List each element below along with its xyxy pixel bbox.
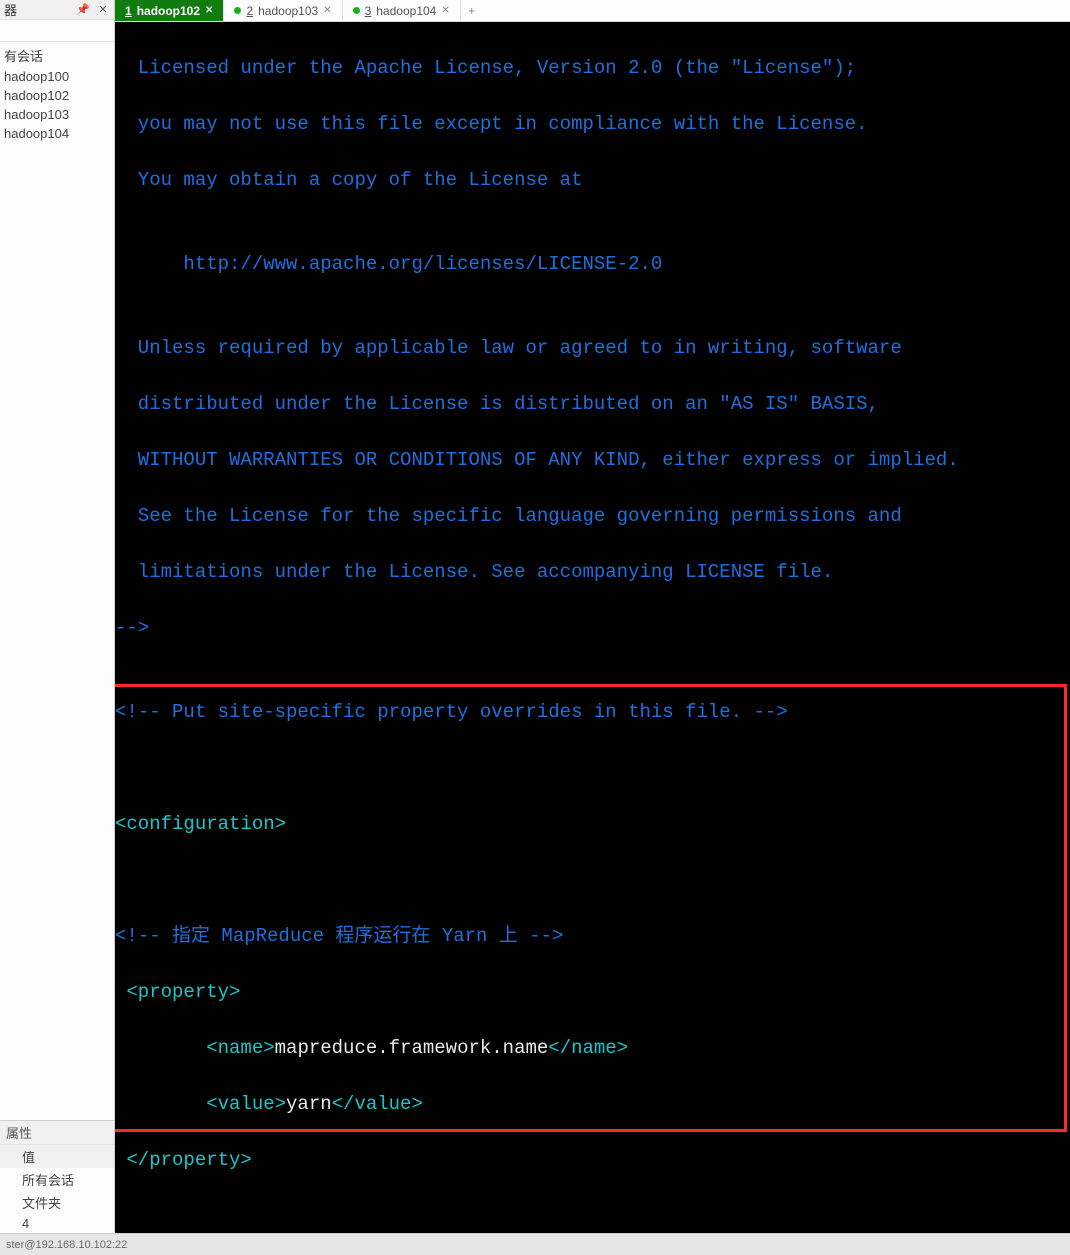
session-tree: 有会话 hadoop100 hadoop102 hadoop103 hadoop… [0, 42, 114, 1120]
terminal[interactable]: Licensed under the Apache License, Versi… [115, 22, 1070, 1233]
tab-add-button[interactable]: + [461, 0, 483, 21]
close-icon[interactable]: ✕ [96, 3, 110, 17]
highlight-annotation [115, 684, 1067, 1132]
code-line: http://www.apache.org/licenses/LICENSE-2… [115, 250, 1070, 278]
tab-hadoop102[interactable]: 1 hadoop102 ✕ [115, 0, 224, 21]
tab-hotkey: 1 [125, 4, 132, 18]
sidebar-header-label: 器 [4, 0, 17, 19]
tree-item[interactable]: hadoop103 [0, 105, 114, 124]
tree-item[interactable]: hadoop100 [0, 67, 114, 86]
code-line: distributed under the License is distrib… [115, 390, 1070, 418]
code-line [115, 1202, 1070, 1230]
code-line: limitations under the License. See accom… [115, 558, 1070, 586]
tab-close-icon[interactable]: ✕ [441, 5, 449, 16]
tree-item[interactable]: 有会话 [0, 44, 114, 67]
code-line: WITHOUT WARRANTIES OR CONDITIONS OF ANY … [115, 446, 1070, 474]
properties-row: 所有会话 [0, 1168, 114, 1191]
code-line: --> [115, 614, 1070, 642]
properties-panel: 属性 值 所有会话 文件夹 4 [0, 1120, 114, 1233]
properties-title: 属性 [0, 1121, 114, 1145]
tree-item[interactable]: hadoop104 [0, 124, 114, 143]
code-line: <!-- 指定 MapReduce 程序运行在 Yarn 上 --> [115, 922, 1070, 950]
code-line: You may obtain a copy of the License at [115, 166, 1070, 194]
sidebar-header: 器 📌 ✕ [0, 0, 114, 20]
code-line [115, 754, 1070, 782]
tab-hadoop104[interactable]: 3 hadoop104 ✕ [343, 0, 461, 21]
tab-hadoop103[interactable]: 2 hadoop103 ✕ [224, 0, 342, 21]
tab-hotkey: 3 [365, 4, 372, 18]
code-line: <configuration> [115, 810, 1070, 838]
code-line: <!-- Put site-specific property override… [115, 698, 1070, 726]
tab-label: hadoop102 [137, 4, 200, 18]
properties-row: 4 [0, 1214, 114, 1233]
pin-icon[interactable]: 📌 [76, 3, 90, 17]
tree-item[interactable]: hadoop102 [0, 86, 114, 105]
tab-hotkey: 2 [246, 4, 253, 18]
code-line: Licensed under the Apache License, Versi… [115, 54, 1070, 82]
properties-row: 值 [0, 1145, 114, 1168]
code-line: <value>yarn</value> [115, 1090, 1070, 1118]
code-line [115, 866, 1070, 894]
tab-bar: 1 hadoop102 ✕ 2 hadoop103 ✕ 3 hadoop104 … [115, 0, 1070, 22]
tab-close-icon[interactable]: ✕ [323, 5, 331, 16]
status-dot-icon [353, 7, 360, 14]
code-line: you may not use this file except in comp… [115, 110, 1070, 138]
code-line: <name>mapreduce.framework.name</name> [115, 1034, 1070, 1062]
code-line: <property> [115, 978, 1070, 1006]
main-area: 1 hadoop102 ✕ 2 hadoop103 ✕ 3 hadoop104 … [115, 0, 1070, 1233]
code-line: </property> [115, 1146, 1070, 1174]
sidebar: 器 📌 ✕ 🔍 有会话 hadoop100 hadoop102 hadoop10… [0, 0, 115, 1233]
tab-label: hadoop104 [376, 4, 436, 18]
status-bar-text: ster@192.168.10.102:22 [6, 1239, 127, 1251]
status-dot-icon [234, 7, 241, 14]
tab-label: hadoop103 [258, 4, 318, 18]
properties-row: 文件夹 [0, 1191, 114, 1214]
code-line: Unless required by applicable law or agr… [115, 334, 1070, 362]
status-bar: ster@192.168.10.102:22 [0, 1233, 1070, 1255]
tab-close-icon[interactable]: ✕ [205, 5, 213, 16]
sidebar-search: 🔍 [0, 20, 114, 42]
code-line: See the License for the specific languag… [115, 502, 1070, 530]
